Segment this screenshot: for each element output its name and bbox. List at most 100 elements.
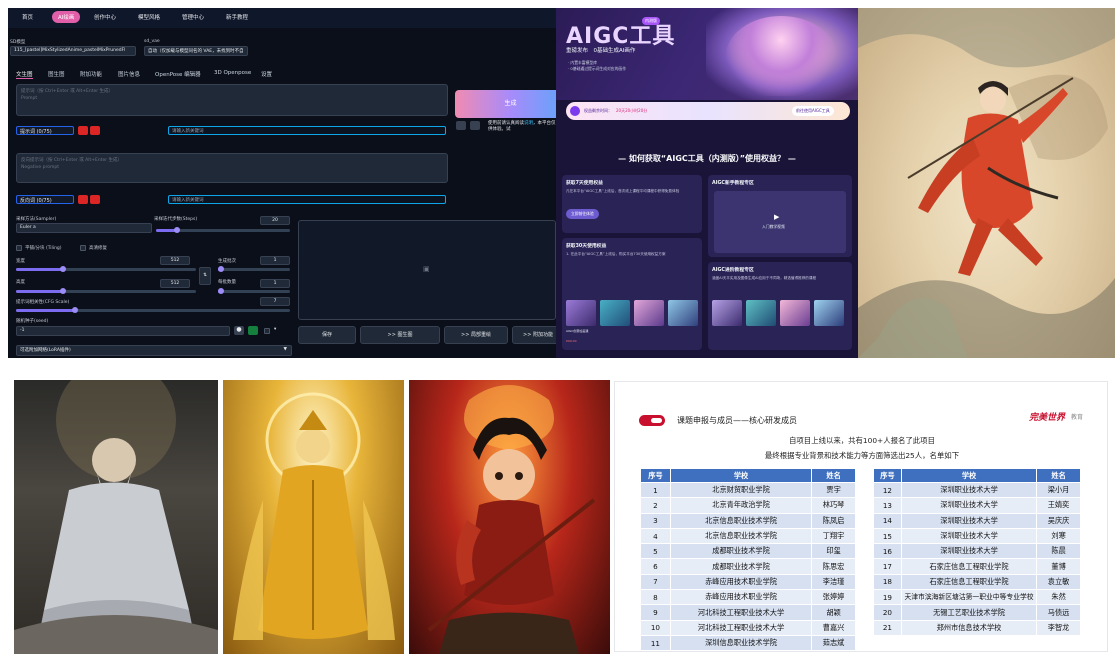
tab-img2img[interactable]: 图生图 (48, 70, 65, 78)
prompt-chip[interactable]: 提示词 (0/75) (16, 126, 74, 135)
image-golden-deity (223, 380, 404, 654)
negative-prompt-input[interactable]: 反向提示词（按 Ctrl+Enter 或 Alt+Enter 生成） Negat… (16, 153, 448, 183)
top-nav: 首页 AI绘画 创作中心 模型风格 管理中心 新手教程 (8, 8, 556, 28)
negative-chip[interactable]: 反向词 (0/75) (16, 195, 74, 204)
keyword-input[interactable]: 请输入新关键词 (168, 126, 446, 135)
card-advanced-text: 涵盖AI天平实用及图像生成AI应用于不同场，精选值得推荐的课程 (712, 276, 817, 280)
brand-logo-sub: 教育 (1071, 414, 1084, 421)
col-header-name: 姓名 (811, 468, 856, 483)
recycle-icon[interactable] (248, 326, 258, 335)
nav-ai-paint[interactable]: AI绘画 (52, 11, 81, 23)
nav-admin[interactable]: 管理中心 (182, 13, 204, 21)
cell-index: 2 (640, 497, 671, 514)
tutorial-video[interactable]: ▶ 入门教学视频 (714, 191, 846, 253)
course-thumb-2[interactable] (600, 300, 630, 326)
delete-negative-icon[interactable] (90, 195, 100, 204)
section-title: 课题申报与成员——核心研发成员 (677, 416, 797, 425)
play-icon[interactable]: ▶ (774, 213, 779, 221)
course-thumb-4[interactable] (668, 300, 698, 326)
adv-thumb-3[interactable] (780, 300, 810, 326)
batch-size-value[interactable]: 1 (260, 279, 290, 288)
cfg-slider[interactable] (16, 307, 290, 313)
cell-index: 16 (873, 543, 902, 560)
vae-select[interactable]: 自动（仅加载与模型同名的 VAE，未找到时不自 (144, 46, 248, 56)
send-to-extras-button[interactable]: >> 附加功能 (512, 326, 556, 344)
image-placeholder-icon: ▣ (423, 265, 430, 273)
prompt-input[interactable]: 提示词（按 Ctrl+Enter 或 Alt+Enter 生成） Prompt (16, 84, 448, 116)
model-select[interactable]: 115_[pastel]MixStylizedAnime_pastelMixPr… (10, 46, 136, 56)
cell-name: 陈思宏 (811, 558, 856, 575)
tab-png-info[interactable]: 图片信息 (118, 70, 140, 78)
cfg-value[interactable]: 7 (260, 297, 290, 306)
steps-slider[interactable] (156, 227, 290, 233)
cell-index: 5 (640, 543, 671, 560)
cell-name: 曹嘉兴 (811, 619, 856, 636)
member-table-right: 序号 学校 姓名 12 深圳职业技术大学 梁小月 13 深圳职业技术大学 王婧奕 14 深圳职… (873, 468, 1081, 636)
adv-thumb-1[interactable] (712, 300, 742, 326)
card-30day-title: 获取30天使用权益 (566, 244, 607, 249)
cell-name: 李智龙 (1036, 619, 1081, 636)
cell-school: 北京信息职业技术学院 (669, 512, 813, 529)
aigc-subtitle: 重磅发布 0基础生成AI画作 (566, 48, 636, 54)
cell-index: 3 (640, 512, 671, 529)
adv-thumb-2[interactable] (746, 300, 776, 326)
beta-badge: 内测版 (642, 17, 660, 25)
extra-seed-checkbox[interactable] (264, 328, 270, 334)
negative-keyword-input[interactable]: 请输入新关键词 (168, 195, 446, 204)
clear-negative-icon[interactable] (78, 195, 88, 204)
steps-value[interactable]: 20 (260, 216, 290, 225)
height-slider[interactable] (16, 288, 196, 294)
batch-count-value[interactable]: 1 (260, 256, 290, 265)
trash-icon[interactable] (470, 121, 480, 130)
cell-name: 吴庆庆 (1036, 512, 1081, 529)
clear-prompt-icon[interactable] (78, 126, 88, 135)
sampler-select[interactable]: Euler a (16, 223, 152, 233)
height-value[interactable]: 512 (160, 279, 190, 288)
cell-school: 深圳信息职业技术学院 (669, 634, 813, 652)
cell-index: 19 (873, 589, 902, 606)
nav-models[interactable]: 模型风格 (138, 13, 160, 21)
dice-icon[interactable]: ● (234, 326, 244, 335)
delete-icon[interactable] (90, 126, 100, 135)
cell-school: 深圳职业技术大学 (900, 527, 1038, 545)
hires-checkbox[interactable] (80, 245, 86, 251)
col-header-index: 序号 (640, 468, 671, 483)
steps-label: 采样迭代步数(Steps) (154, 217, 198, 222)
course-thumb-3[interactable] (634, 300, 664, 326)
tab-settings[interactable]: 设置 (261, 70, 272, 78)
width-slider[interactable] (16, 266, 196, 272)
course-caption: AIGC创意绘画课 (566, 329, 589, 333)
tab-openpose-editor[interactable]: OpenPose 编辑器 (155, 70, 201, 78)
tab-3d-openpose[interactable]: 3D Openpose (214, 70, 251, 76)
batch-size-slider[interactable] (218, 288, 290, 294)
batch-count-slider[interactable] (218, 266, 290, 272)
course-thumb-1[interactable] (566, 300, 596, 326)
width-value[interactable]: 512 (160, 256, 190, 265)
tab-extras[interactable]: 附加功能 (80, 70, 102, 78)
col-header-name: 姓名 (1036, 468, 1081, 483)
cell-school: 无锡工艺职业技术学院 (900, 604, 1038, 621)
save-button[interactable]: 保存 (298, 326, 356, 344)
send-to-img2img-button[interactable]: >> 图生图 (360, 326, 440, 344)
seed-input[interactable]: -1 (16, 326, 230, 336)
cell-name: 袁立敏 (1036, 573, 1081, 591)
go-to-aigc-button[interactable]: 前往使用AIGC工具 (792, 106, 834, 116)
nav-home[interactable]: 首页 (22, 13, 33, 21)
tab-txt2img[interactable]: 文生图 (16, 70, 33, 79)
nav-create[interactable]: 创作中心 (94, 13, 116, 21)
try-now-button[interactable]: 立即前往体验 (566, 209, 599, 219)
cell-index: 11 (640, 634, 671, 652)
adv-thumb-4[interactable] (814, 300, 844, 326)
paste-icon[interactable] (456, 121, 466, 130)
tiling-checkbox[interactable] (16, 245, 22, 251)
send-to-inpaint-button[interactable]: >> 局部重绘 (444, 326, 508, 344)
generate-button[interactable]: 生成 (455, 90, 556, 118)
ink-painting-warrior (858, 8, 1115, 358)
cell-school: 深圳职业技术大学 (900, 497, 1038, 514)
swap-dimensions-icon[interactable]: ⇅ (199, 267, 211, 285)
intro-line-1: 自项目上线以来，共有100+人报名了此项目 (789, 436, 935, 445)
countdown-label: 权益剩余时间： (584, 108, 612, 113)
nav-tutorial[interactable]: 新手教程 (226, 13, 248, 21)
lora-dropdown[interactable]: 可选附加网络(LoRA插件) ▼ (16, 345, 292, 356)
card-advanced: AIGC进阶教程专区 涵盖AI天平实用及图像生成AI应用于不同场，精选值得推荐的… (708, 262, 852, 350)
